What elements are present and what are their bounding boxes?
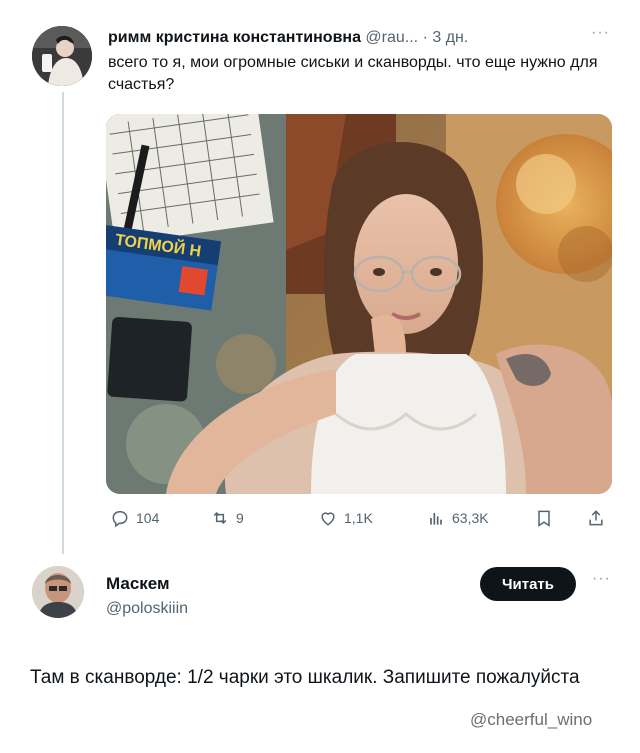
author-avatar[interactable]: [32, 26, 92, 86]
reply-button[interactable]: 104: [110, 506, 159, 530]
author-name[interactable]: римм кристина константиновна: [108, 29, 361, 46]
reply-author-avatar[interactable]: [32, 566, 84, 618]
views-count: 63,3K: [452, 510, 489, 526]
tweet-photo[interactable]: ТОПМОЙ Н: [106, 114, 612, 494]
share-icon: [589, 510, 603, 526]
tweet-actions: 104 9 1,1K 63,3K: [106, 506, 610, 532]
more-options-icon[interactable]: ···: [591, 24, 610, 42]
reply-more-options-icon[interactable]: ···: [592, 570, 611, 588]
tweet-time[interactable]: 3 дн.: [432, 29, 468, 46]
bookmark-icon: [538, 510, 550, 527]
bookmark-button[interactable]: [534, 506, 554, 530]
reply-author-name[interactable]: Маскем: [106, 574, 170, 594]
repost-count: 9: [236, 510, 244, 526]
read-button[interactable]: Читать: [480, 567, 576, 601]
watermark: @cheerful_wino: [470, 710, 593, 729]
thread-line: [62, 92, 64, 554]
reply-author-handle[interactable]: @poloskiiin: [106, 600, 188, 618]
reply-text: Там в сканворде: 1/2 чарки это шкалик. З…: [30, 667, 580, 688]
repost-icon: [213, 511, 227, 525]
like-icon: [321, 512, 335, 526]
share-button[interactable]: [586, 506, 606, 530]
like-count: 1,1K: [344, 510, 373, 526]
views-icon: [430, 513, 442, 525]
like-button[interactable]: 1,1K: [318, 506, 373, 530]
reply-icon: [112, 511, 128, 528]
repost-button[interactable]: 9: [210, 506, 244, 530]
views-button[interactable]: 63,3K: [426, 506, 489, 530]
tweet-header: римм кристина константиновна @rau... · 3…: [108, 28, 598, 48]
reply-count: 104: [136, 510, 160, 526]
tweet-text: всего то я, мои огромные сиськи и сканво…: [108, 54, 598, 93]
meta-separator: ·: [418, 29, 433, 46]
author-handle[interactable]: @rau...: [365, 29, 418, 46]
